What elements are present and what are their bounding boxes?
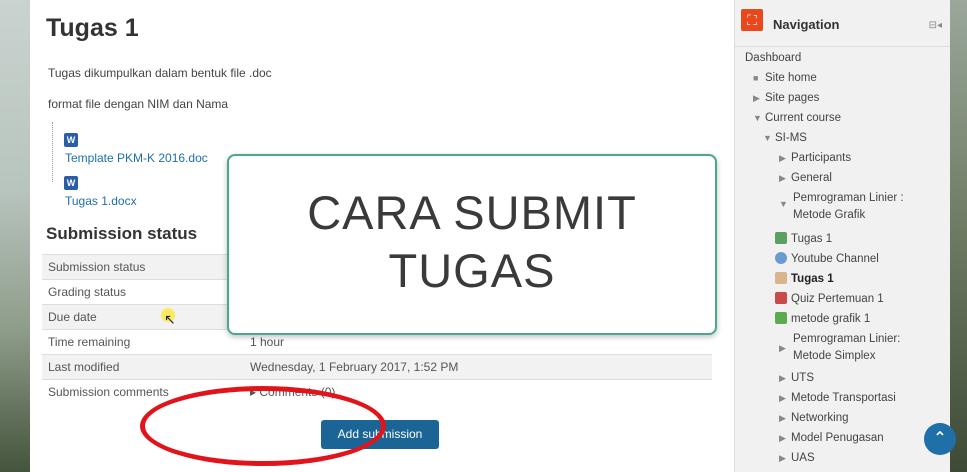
word-file-icon: W — [64, 133, 78, 147]
nav-item-pemrograman-grafik[interactable]: Pemrograman Linier : — [793, 192, 904, 204]
sitemap-icon: ⛶ — [741, 9, 763, 31]
chevron-right-icon: ▶ — [779, 173, 786, 183]
page-title: Tugas 1 — [46, 14, 139, 42]
nav-item-pemrograman-simplex-line2[interactable]: Metode Simplex — [793, 350, 875, 362]
table-row: Submission comments ▸ Comments (0) — [42, 379, 712, 404]
nav-item-label: Quiz Pertemuan 1 — [791, 293, 884, 305]
nav-item-pemrograman-simplex[interactable]: Pemrograman Linier: — [793, 333, 900, 345]
word-file-icon: W — [64, 176, 78, 190]
submission-status-heading: Submission status — [46, 224, 198, 243]
nav-item-label: Tugas 1 — [791, 273, 834, 285]
nav-item-general[interactable]: ▶ General — [779, 172, 832, 184]
overlay-line-2: TUGAS — [388, 244, 556, 297]
overlay-line-1: CARA SUBMIT — [307, 186, 637, 239]
block-controls-icon[interactable]: ⊟◂ — [929, 20, 942, 31]
nav-item-label: Metode Grafik — [793, 209, 866, 221]
chevron-down-icon: ▼ — [779, 199, 788, 209]
chevron-right-icon: ▶ — [779, 413, 786, 423]
nav-item-label: UTS — [791, 372, 814, 384]
nav-item-label: Dashboard — [745, 52, 802, 64]
nav-item-label: UAS — [791, 452, 815, 464]
nav-item-label: General — [791, 172, 832, 184]
navigation-block: ⛶ Navigation ⊟◂ Dashboard ■ Site home ▶ Si… — [734, 0, 950, 472]
navigation-header: ⛶ Navigation ⊟◂ — [735, 0, 950, 47]
chevron-down-icon: ▼ — [763, 133, 772, 143]
title-overlay-card: CARA SUBMIT TUGAS — [227, 154, 717, 335]
bullet-icon: ■ — [753, 73, 759, 83]
background-left — [0, 0, 30, 472]
nav-item-label: Tugas 1 — [791, 233, 833, 245]
nav-item-label: Participants — [791, 152, 852, 164]
chevron-right-icon: ▶ — [779, 373, 786, 383]
chevron-up-icon: ⌃ — [933, 430, 947, 447]
nav-item-pemrograman-grafik-line2[interactable]: Metode Grafik — [793, 209, 865, 221]
nav-item-metode-grafik[interactable]: metode grafik 1 — [775, 312, 870, 325]
nav-item-tugas-1-assign[interactable]: Tugas 1 — [775, 272, 834, 285]
chevron-right-icon: ▶ — [753, 93, 760, 103]
row-label: Grading status — [42, 279, 244, 305]
nav-item-networking[interactable]: ▶ Networking — [779, 412, 849, 424]
red-circle-annotation — [140, 386, 386, 466]
nav-item-label: SI-MS — [775, 132, 807, 144]
row-label: Submission status — [42, 254, 244, 280]
nav-item-label: Current course — [765, 112, 842, 124]
nav-item-si-ms[interactable]: ▼ SI-MS — [763, 132, 807, 144]
row-value: Wednesday, 1 February 2017, 1:52 PM — [244, 354, 712, 380]
chevron-right-icon: ▶ — [779, 433, 786, 443]
nav-item-label: Pemrograman Linier: — [793, 333, 901, 345]
background-right — [949, 0, 967, 472]
resource-icon — [775, 312, 787, 324]
chevron-right-icon: ▶ — [779, 453, 786, 463]
file-link-template[interactable]: Template PKM-K 2016.doc — [65, 151, 208, 165]
nav-item-label: Site home — [765, 72, 817, 84]
scroll-to-top-button[interactable]: ⌃ — [924, 423, 956, 455]
nav-item-penugasan[interactable]: ▶ Model Penugasan — [779, 432, 884, 444]
chevron-down-icon: ▼ — [753, 113, 762, 123]
nav-item-uts[interactable]: ▶ UTS — [779, 372, 814, 384]
chevron-right-icon: ▶ — [779, 153, 786, 163]
file-item[interactable]: W — [64, 130, 78, 148]
nav-item-current-course[interactable]: ▼ Current course — [753, 112, 841, 124]
nav-item-label: Pemrograman Linier : — [793, 192, 904, 204]
nav-item-transportasi[interactable]: ▶ Metode Transportasi — [779, 392, 896, 404]
file-link-tugas[interactable]: Tugas 1.docx — [65, 194, 137, 208]
nav-item-site-home[interactable]: ■ Site home — [753, 72, 817, 84]
navigation-title: Navigation — [773, 17, 840, 32]
table-row: Last modified Wednesday, 1 February 2017… — [42, 354, 712, 380]
nav-item-label: Metode Simplex — [793, 350, 876, 362]
nav-item-label: metode grafik 1 — [791, 313, 871, 325]
row-label: Due date — [42, 304, 244, 330]
chevron-right-icon: ▶ — [779, 393, 786, 403]
intro-text-1: Tugas dikumpulkan dalam bentuk file .doc — [48, 66, 272, 80]
nav-item-label: Metode Transportasi — [791, 392, 896, 404]
intro-text-2: format file dengan NIM dan Nama — [48, 97, 229, 111]
chevron-right-icon: ▶ — [779, 343, 786, 353]
file-item[interactable]: W — [64, 173, 78, 191]
file-tree-line — [52, 122, 55, 182]
nav-item-label: Site pages — [765, 92, 820, 104]
forum-icon — [775, 232, 787, 244]
nav-item-label: Networking — [791, 412, 849, 424]
assignment-icon — [775, 272, 787, 284]
nav-item-quiz[interactable]: Quiz Pertemuan 1 — [775, 292, 884, 305]
nav-item-label: Youtube Channel — [791, 253, 879, 265]
nav-item-participants[interactable]: ▶ Participants — [779, 152, 851, 164]
row-label: Time remaining — [42, 329, 244, 355]
mouse-pointer-icon: ↖ — [164, 311, 176, 327]
quiz-icon — [775, 292, 787, 304]
nav-item-uas[interactable]: ▶ UAS — [779, 452, 815, 464]
nav-item-site-pages[interactable]: ▶ Site pages — [753, 92, 819, 104]
nav-item-tugas-1-forum[interactable]: Tugas 1 — [775, 232, 832, 245]
row-label: Last modified — [42, 354, 244, 380]
nav-item-label: Model Penugasan — [791, 432, 884, 444]
url-icon — [775, 252, 787, 264]
nav-item-youtube[interactable]: Youtube Channel — [775, 252, 879, 265]
nav-item-dashboard[interactable]: Dashboard — [745, 52, 801, 64]
